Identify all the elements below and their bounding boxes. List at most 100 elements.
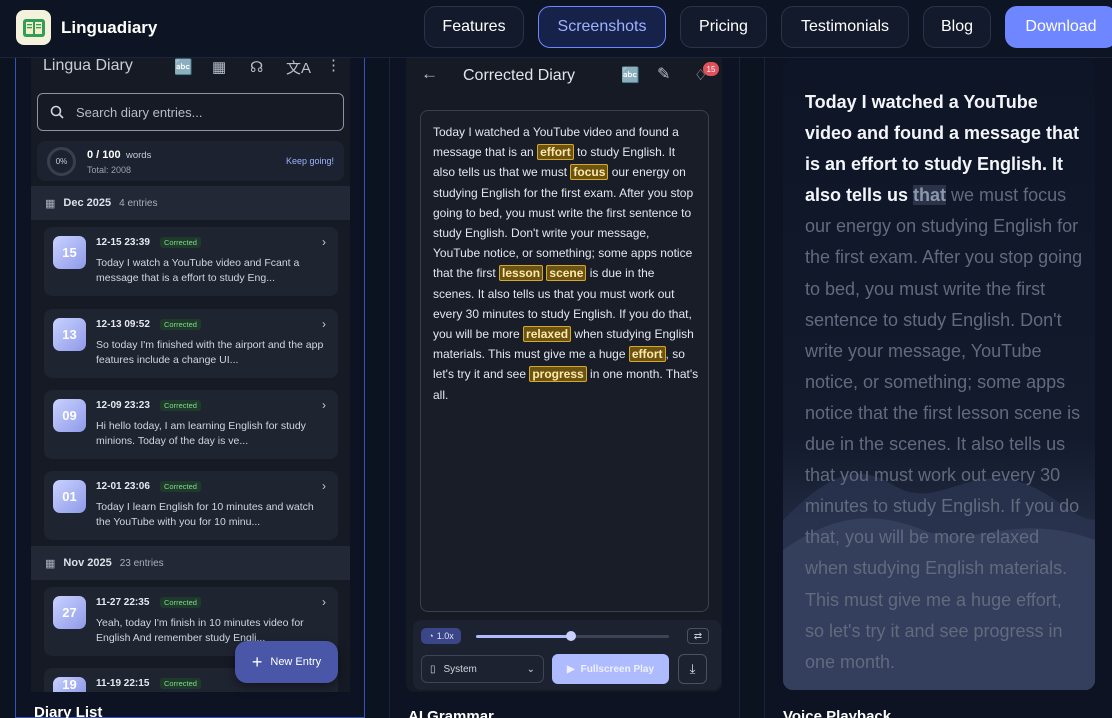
entry-day: 13	[53, 318, 86, 351]
corrected-badge: Corrected	[160, 237, 201, 248]
chevron-right-icon: ›	[322, 398, 326, 412]
calendar-icon[interactable]: ▦	[212, 58, 226, 76]
brand-name: Linguadiary	[61, 17, 158, 37]
diary-entry[interactable]: 13 12-13 09:52 Corrected › So today I'm …	[44, 309, 338, 378]
unread-text: we must focus our energy on studying Eng…	[805, 185, 1083, 672]
entry-preview: So today I'm finished with the airport a…	[96, 339, 324, 366]
calendar-icon: ▦	[45, 557, 56, 570]
progress-track[interactable]	[476, 631, 669, 641]
spellcheck-icon[interactable]: 🔤	[621, 66, 640, 84]
corrected-word-highlight[interactable]: scene	[546, 265, 587, 282]
caption-voice-playback: Voice Playback	[783, 708, 892, 718]
phone-icon: ▯	[430, 663, 436, 675]
plus-icon: +	[251, 652, 263, 672]
progress-count: 0 / 100	[87, 149, 121, 161]
corrected-text: Today I watched a YouTube video and foun…	[433, 122, 699, 405]
month-name: Dec 2025	[63, 197, 112, 209]
diary-entry[interactable]: 01 12-01 23:06 Corrected › Today I learn…	[44, 471, 338, 540]
corrected-word-highlight[interactable]: progress	[529, 366, 587, 383]
corrected-word-highlight[interactable]: lesson	[499, 265, 544, 282]
corrected-badge: Corrected	[160, 400, 201, 411]
playback-controls: ◔ 1.0x ⇄ ▯ System ⌄ ▶ Fullscreen Play ⤓	[413, 620, 721, 690]
corrected-word-highlight[interactable]: effort	[537, 144, 574, 161]
caption-diary-list: Diary List	[34, 704, 103, 718]
translate-icon[interactable]: 文A	[286, 57, 311, 78]
month-header-nov: ▦ Nov 2025 23 entries	[31, 546, 350, 580]
corrected-badge: Corrected	[160, 597, 201, 608]
word-progress: 0% 0 / 100 words Total: 2008 Keep going!	[37, 141, 344, 181]
entry-datetime: 11-27 22:35	[96, 597, 150, 608]
month-name: Nov 2025	[63, 557, 112, 569]
notification-badge: 15	[703, 62, 719, 76]
entry-preview: Today I watch a YouTube video and Fcant …	[96, 257, 300, 284]
brand[interactable]: Linguadiary	[16, 10, 157, 45]
corrected-word-highlight[interactable]: effort	[628, 346, 666, 363]
entry-day: 19	[53, 677, 86, 692]
new-entry-button[interactable]: + New Entry	[235, 641, 338, 683]
entry-datetime: 12-15 23:39	[96, 237, 150, 248]
entry-datetime: 11-19 22:15	[96, 678, 150, 689]
search-input[interactable]: Search diary entries...	[37, 93, 344, 131]
back-arrow-icon[interactable]: ←	[421, 64, 438, 84]
entry-day: 09	[53, 399, 86, 432]
spellcheck-icon[interactable]: 🔤	[174, 58, 193, 76]
month-header-dec: ▦ Dec 2025 4 entries	[31, 186, 350, 220]
download-icon[interactable]: ⤓	[678, 654, 707, 684]
voice-icon[interactable]: ☊	[250, 58, 263, 76]
progress-ring: 0%	[47, 147, 76, 176]
corrected-word-highlight[interactable]: relaxed	[523, 326, 572, 343]
chevron-right-icon: ›	[322, 595, 326, 609]
new-entry-label: New Entry	[270, 656, 322, 668]
edit-icon[interactable]: ✎	[657, 64, 670, 84]
progress-unit: words	[126, 150, 152, 161]
text-segment: our energy on studying English for the f…	[433, 165, 694, 281]
fullscreen-play-button[interactable]: ▶ Fullscreen Play	[552, 654, 669, 684]
play-icon: ▶	[566, 663, 575, 675]
speed-value: 1.0x	[436, 631, 454, 641]
chevron-right-icon: ›	[322, 235, 326, 249]
progress-knob[interactable]	[565, 631, 576, 641]
entry-preview: Today I learn English for 10 minutes and…	[96, 501, 314, 528]
speedometer-icon: ◔	[428, 631, 434, 641]
nav-screenshots[interactable]: Screenshots	[538, 6, 666, 48]
caption-ai-grammar: AI Grammar	[408, 708, 494, 718]
search-icon	[50, 105, 64, 119]
speed-chip[interactable]: ◔ 1.0x	[421, 628, 461, 644]
corrected-word-highlight[interactable]: focus	[570, 164, 609, 181]
entry-datetime: 12-09 23:23	[96, 400, 150, 411]
top-nav: Linguadiary Features Screenshots Pricing…	[0, 0, 1112, 58]
voice-value: System	[443, 663, 477, 675]
nav-blog[interactable]: Blog	[923, 6, 991, 48]
corrected-badge: Corrected	[160, 481, 201, 492]
entry-preview: Hi hello today, I am learning English fo…	[96, 420, 306, 447]
search-placeholder: Search diary entries...	[76, 104, 203, 120]
progress-total: Total: 2008	[87, 165, 132, 175]
repeat-icon[interactable]: ⇄	[687, 628, 709, 644]
chevron-right-icon: ›	[322, 317, 326, 331]
keep-going-label: Keep going!	[285, 156, 334, 166]
corrected-badge: Corrected	[160, 319, 201, 330]
nav-testimonials[interactable]: Testimonials	[781, 6, 909, 48]
more-icon[interactable]: ⋮	[326, 56, 341, 74]
entry-datetime: 12-01 23:06	[96, 481, 150, 492]
nav-features[interactable]: Features	[424, 6, 524, 48]
app-title: Lingua Diary	[43, 57, 133, 74]
progress-fill	[476, 635, 571, 638]
calendar-icon: ▦	[45, 197, 56, 210]
app-logo	[16, 10, 51, 45]
download-button[interactable]: Download	[1005, 6, 1112, 48]
month-count: 23 entries	[119, 557, 164, 569]
play-label: Fullscreen Play	[580, 663, 655, 675]
diary-entry[interactable]: 09 12-09 23:23 Corrected › Hi hello toda…	[44, 390, 338, 459]
chevron-right-icon: ›	[322, 479, 326, 493]
chevron-down-icon: ⌄	[526, 663, 535, 675]
entry-datetime: 12-13 09:52	[96, 319, 150, 330]
voice-select[interactable]: ▯ System ⌄	[421, 655, 544, 683]
diary-entry[interactable]: 15 12-15 23:39 Corrected › Today I watch…	[44, 227, 338, 296]
nav-pricing[interactable]: Pricing	[680, 6, 767, 48]
current-word: that	[913, 185, 947, 206]
screen-title: Corrected Diary	[463, 67, 576, 84]
corrected-badge: Corrected	[160, 678, 201, 689]
karaoke-text: Today I watched a YouTube video and foun…	[805, 87, 1085, 678]
entry-day: 15	[53, 236, 86, 269]
